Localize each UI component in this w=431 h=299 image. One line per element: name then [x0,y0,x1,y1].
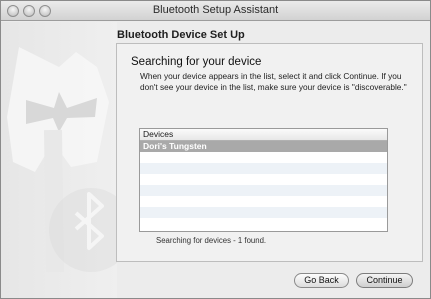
search-panel: Searching for your device When your devi… [116,43,423,262]
window-title: Bluetooth Setup Assistant [152,4,279,16]
devices-column-header[interactable]: Devices [140,129,387,141]
empty-row [140,218,387,229]
section-title: Bluetooth Device Set Up [117,29,245,41]
search-status: Searching for devices - 1 found. [156,236,267,245]
instructions-text: When your device appears in the list, se… [140,71,407,92]
device-row[interactable]: Dori's Tungsten [140,141,387,152]
empty-row [140,174,387,185]
continue-button[interactable]: Continue [356,273,413,288]
sidebar-artwork [1,22,117,298]
setup-assistant-window: Bluetooth Setup Assistant Bluetooth Devi… [0,0,431,299]
empty-row [140,207,387,218]
empty-row [140,185,387,196]
devices-list[interactable]: Devices Dori's Tungsten [139,128,388,232]
go-back-button[interactable]: Go Back [294,273,349,288]
empty-row [140,152,387,163]
bluetooth-artwork-icon [7,47,117,273]
title-bar: Bluetooth Setup Assistant [1,1,430,21]
panel-heading: Searching for your device [131,56,262,68]
empty-row [140,163,387,174]
empty-row [140,196,387,207]
